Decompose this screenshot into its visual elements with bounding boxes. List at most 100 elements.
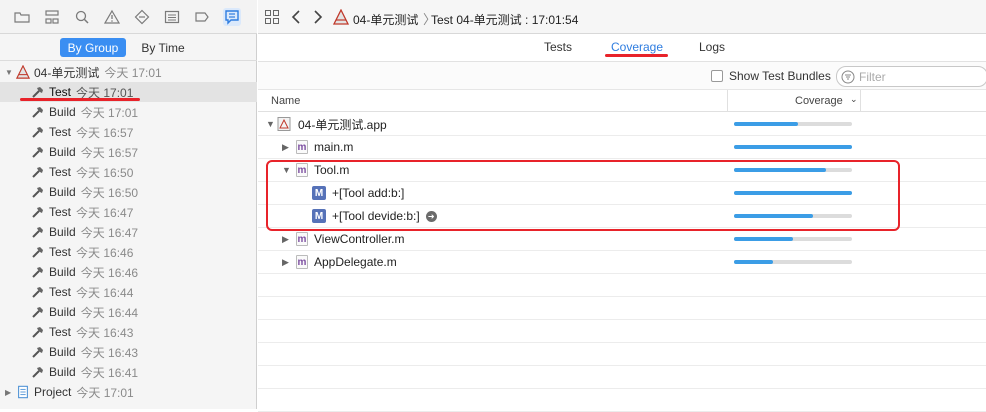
report-item[interactable]: Build 今天 17:01 [0,102,257,122]
by-time-button[interactable]: By Time [126,38,200,57]
coverage-bar [734,237,852,241]
report-item[interactable]: Build 今天 16:57 [0,142,257,162]
hammer-icon [31,105,45,119]
show-bundles-checkbox[interactable] [711,70,723,82]
coverage-bar [734,260,852,264]
by-group-button[interactable]: By Group [60,38,126,57]
coverage-row[interactable]: ▼ 04-单元测试.app [258,113,986,136]
coverage-bar-fill [734,237,793,241]
disclosure-closed-icon[interactable]: ▶ [282,234,292,245]
forward-arrow-icon[interactable] [312,9,324,25]
coverage-row[interactable]: ▶ m main.m [258,136,986,159]
report-item[interactable]: Build 今天 16:44 [0,302,257,322]
report-item[interactable]: Build 今天 16:43 [0,342,257,362]
hammer-icon [31,245,45,259]
coverage-row[interactable]: ▶ m AppDelegate.m [258,251,986,274]
hammer-icon [31,125,45,139]
report-item-label: Test [49,205,72,219]
group-time: 今天 17:01 [104,65,162,80]
column-header-name[interactable]: Name [271,95,300,107]
list-icon[interactable] [163,8,181,26]
disclosure-closed-icon[interactable]: ▶ [282,257,292,268]
report-item-label: Build [49,105,76,119]
report-item[interactable]: Test 今天 16:43 [0,322,257,342]
disclosure-open-icon[interactable]: ▼ [266,119,276,129]
project-time: 今天 17:01 [76,385,134,400]
breadcrumb-current[interactable]: Test 04-单元测试 : 17:01:54 [431,11,578,28]
group-segmented-control: By Group By Time [60,38,200,57]
diamond-icon[interactable] [133,8,151,26]
report-item-time: 今天 16:44 [80,305,139,320]
hammer-icon [31,305,45,319]
hammer-icon [31,225,45,239]
show-bundles-label: Show Test Bundles [729,69,831,83]
report-item-label: Test [49,125,72,139]
report-item-time: 今天 17:01 [80,105,139,120]
folder-icon[interactable] [13,8,31,26]
hierarchy-icon[interactable] [43,8,61,26]
tab-tests[interactable]: Tests [544,40,572,54]
column-divider [860,90,861,112]
back-arrow-icon[interactable] [290,9,302,25]
tab-logs[interactable]: Logs [699,40,725,54]
filter-field[interactable]: Filter [836,66,986,87]
report-item[interactable]: Test 今天 16:44 [0,282,257,302]
empty-row [258,320,986,343]
report-item[interactable]: Test 今天 16:50 [0,162,257,182]
tag-icon[interactable] [193,8,211,26]
report-item-time: 今天 16:47 [76,205,134,220]
coverage-bar [734,145,852,149]
tab-coverage[interactable]: Coverage [611,40,663,54]
report-item[interactable]: Test 今天 16:47 [0,202,257,222]
report-item-time: 今天 16:46 [80,265,139,280]
report-tabs: Tests Coverage Logs [258,34,986,62]
empty-row [258,366,986,389]
project-row[interactable]: ▶ Project 今天 17:01 [0,382,257,402]
column-header-coverage[interactable]: Coverage [795,95,843,107]
report-item-label: Build [49,265,76,279]
breadcrumb-project[interactable]: 04-单元测试 [353,11,418,28]
hammer-icon [31,265,45,279]
hammer-icon [31,365,45,379]
report-item-time: 今天 16:43 [80,345,139,360]
report-item[interactable]: Build 今天 16:50 [0,182,257,202]
report-icon[interactable] [223,8,241,26]
filter-bar: Show Test Bundles Filter [258,62,986,90]
coverage-row-name: 04-单元测试.app [298,117,387,132]
report-item-label: Test [49,85,72,99]
search-icon[interactable] [73,8,91,26]
disclosure-closed-icon[interactable]: ▶ [5,388,13,397]
divider [0,60,257,61]
disclosure-open-icon[interactable]: ▼ [5,68,13,77]
report-item-time: 今天 16:57 [80,145,139,160]
filter-icon [841,70,855,84]
coverage-bar-fill [734,122,798,126]
report-item-label: Build [49,305,76,319]
report-item-time: 今天 16:43 [76,325,134,340]
jump-bar: 04-单元测试 〉 Test 04-单元测试 : 17:01:54 [258,0,986,34]
report-item[interactable]: Test 今天 16:46 [0,242,257,262]
app-bundle-icon [276,116,292,132]
grid-icon[interactable] [264,9,280,25]
project-label: Project [34,385,72,399]
coverage-row-name: ViewController.m [314,232,405,246]
report-item-label: Test [49,285,72,299]
document-icon [16,385,30,399]
coverage-bar-fill [734,145,852,149]
report-item[interactable]: Build 今天 16:41 [0,362,257,382]
report-item[interactable]: Build 今天 16:47 [0,222,257,242]
warning-icon[interactable] [103,8,121,26]
report-item-label: Build [49,185,76,199]
report-item-time: 今天 16:44 [76,285,134,300]
disclosure-closed-icon[interactable]: ▶ [282,142,292,153]
hammer-icon [31,85,45,99]
report-item[interactable]: Test 今天 16:57 [0,122,257,142]
coverage-row[interactable]: ▶ m ViewController.m [258,228,986,251]
report-group-row[interactable]: ▼ 04-单元测试 今天 17:01 [0,62,257,82]
navigator-toolbar [0,0,257,34]
empty-row [258,274,986,297]
report-item-time: 今天 16:50 [80,185,139,200]
report-item[interactable]: Build 今天 16:46 [0,262,257,282]
coverage-row-name: AppDelegate.m [314,255,397,269]
report-item-time: 今天 16:46 [76,245,134,260]
